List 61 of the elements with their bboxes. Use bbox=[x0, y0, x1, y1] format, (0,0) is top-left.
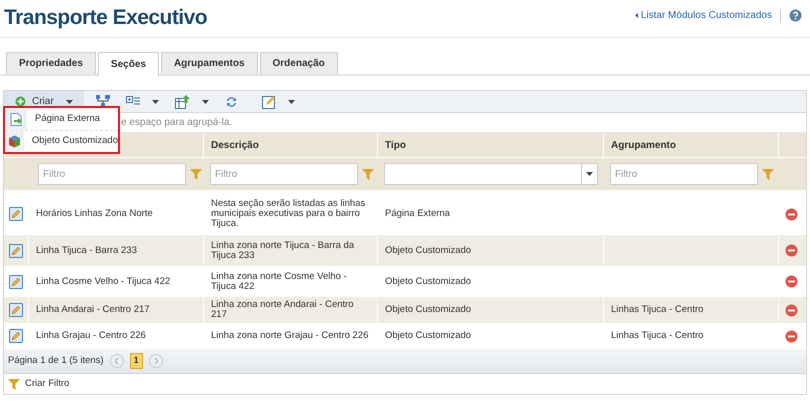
section-type: Objeto Customizado bbox=[385, 276, 472, 286]
section-description: Linha zona norte Tijuca - Barra da Tijuca 233 bbox=[211, 240, 356, 260]
section-name: Linha Cosme Velho - Tijuca 422 bbox=[36, 276, 170, 286]
table-export-icon[interactable] bbox=[174, 94, 190, 108]
section-description: Linha zona norte Grajau - Centro 226 bbox=[211, 331, 368, 341]
filter-field[interactable]: Filtro bbox=[210, 163, 358, 185]
section-description: Linha zona norte Andarai - Centro 217 bbox=[211, 300, 355, 320]
section-group: Linhas Tijuca - Centro bbox=[611, 305, 704, 315]
filter-field[interactable]: Filtro bbox=[38, 163, 186, 185]
delete-icon[interactable] bbox=[785, 244, 798, 257]
back-arrow-icon bbox=[634, 13, 638, 18]
filter-field[interactable]: Filtro bbox=[610, 163, 758, 185]
edit-icon[interactable] bbox=[9, 329, 23, 343]
chevron-right-icon bbox=[154, 358, 158, 364]
tab[interactable]: Ordenação bbox=[260, 52, 338, 74]
delete-icon[interactable] bbox=[785, 275, 798, 288]
tab[interactable]: Agrupamentos bbox=[160, 52, 258, 74]
grid-add-icon[interactable] bbox=[126, 96, 140, 107]
create-filter-link[interactable]: Criar Filtro bbox=[25, 376, 70, 392]
delete-icon[interactable] bbox=[785, 330, 798, 342]
edit-icon[interactable] bbox=[9, 207, 23, 221]
page-button[interactable]: 1 bbox=[130, 353, 143, 369]
section-description: Linha zona norte Cosme Velho - Tijuca 422 bbox=[211, 272, 348, 292]
filter-icon[interactable] bbox=[8, 378, 20, 390]
caret-icon bbox=[288, 100, 295, 104]
menu-item[interactable]: Página Externa bbox=[5, 109, 118, 130]
section-type: Página Externa bbox=[385, 209, 450, 219]
cube-icon bbox=[8, 134, 21, 148]
caret-icon bbox=[586, 172, 593, 176]
column-header[interactable]: Tipo bbox=[385, 138, 406, 152]
menu-item[interactable]: Objeto Customizado bbox=[5, 130, 118, 151]
pager-summary: Página 1 de 1 (5 itens) bbox=[8, 354, 104, 368]
section-name: Linha Andarai - Centro 217 bbox=[36, 305, 150, 315]
edit-icon[interactable] bbox=[9, 244, 23, 258]
group-hint: e espaço para agrupá-la. bbox=[121, 116, 232, 130]
page-title: Transporte Executivo bbox=[4, 5, 208, 31]
back-link[interactable]: Listar Módulos Customizados bbox=[640, 8, 772, 23]
page-arrow-icon bbox=[10, 113, 22, 126]
tab[interactable]: Seções bbox=[98, 52, 159, 76]
section-name: Linha Tijuca - Barra 233 bbox=[36, 246, 137, 256]
section-type: Objeto Customizado bbox=[385, 305, 472, 315]
caret-icon bbox=[66, 100, 73, 104]
delete-icon[interactable] bbox=[785, 304, 798, 316]
caret-icon bbox=[152, 100, 159, 104]
section-type: Objeto Customizado bbox=[385, 331, 472, 341]
delete-icon[interactable] bbox=[785, 208, 798, 220]
section-name: Horários Linhas Zona Norte bbox=[36, 209, 153, 219]
edit-icon[interactable] bbox=[9, 274, 23, 288]
caret-icon bbox=[202, 100, 209, 104]
column-header[interactable]: Agrupamento bbox=[611, 138, 676, 152]
section-type: Objeto Customizado bbox=[385, 246, 472, 256]
edit-icon[interactable] bbox=[262, 94, 276, 108]
refresh-icon[interactable] bbox=[224, 96, 238, 108]
column-header[interactable]: Descrição bbox=[211, 138, 259, 152]
chevron-left-icon bbox=[114, 358, 119, 364]
section-group: Linhas Tijuca - Centro bbox=[611, 331, 704, 341]
edit-icon[interactable] bbox=[9, 303, 23, 317]
help-icon[interactable] bbox=[789, 9, 802, 22]
tab[interactable]: Propriedades bbox=[6, 52, 96, 74]
section-name: Linha Grajau - Centro 226 bbox=[36, 331, 146, 341]
section-description: Nesta seção serão listadas as linhas municipais executivas para o bairro Tijuca. bbox=[211, 199, 366, 229]
